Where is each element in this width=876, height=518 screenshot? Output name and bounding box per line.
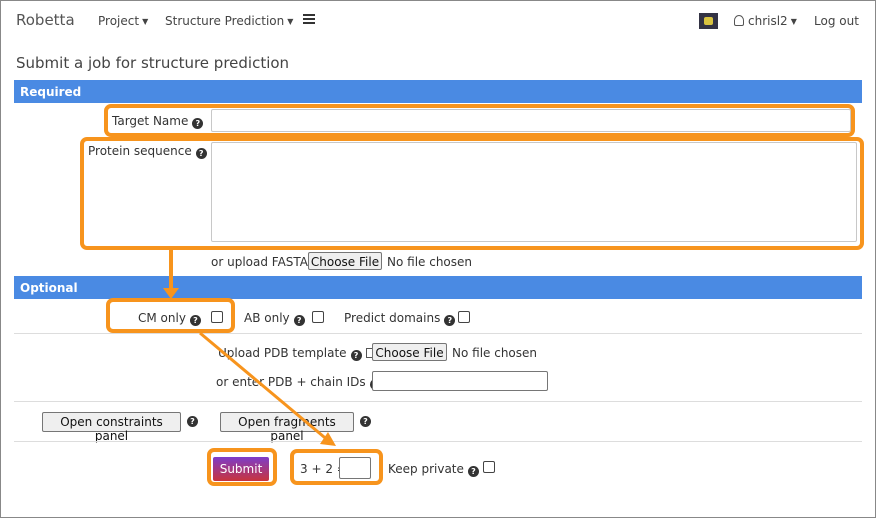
arrowhead xyxy=(163,288,179,299)
annotation-arrows xyxy=(163,250,336,446)
arrow-line xyxy=(199,331,331,444)
